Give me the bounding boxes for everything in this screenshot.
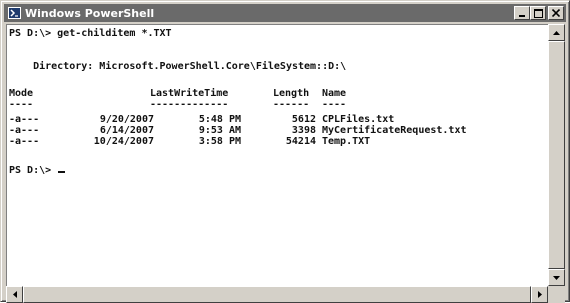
scroll-left-button[interactable] bbox=[6, 286, 23, 303]
scrollbar-corner bbox=[548, 286, 565, 303]
text-cursor bbox=[58, 171, 66, 173]
maximize-button[interactable] bbox=[530, 6, 546, 20]
row-length: 54214 bbox=[285, 136, 316, 147]
console-output[interactable]: PS D:\> get-childitem *.TXT Directory: M… bbox=[6, 24, 548, 286]
powershell-icon bbox=[7, 6, 21, 20]
vertical-scroll-thumb[interactable] bbox=[548, 41, 565, 269]
minimize-button[interactable] bbox=[514, 6, 530, 20]
underline-mode: ---- bbox=[9, 99, 34, 110]
window-title: Windows PowerShell bbox=[25, 6, 155, 20]
maximize-icon bbox=[533, 8, 543, 18]
arrow-left-icon bbox=[12, 291, 17, 298]
underline-length: ------ bbox=[273, 99, 310, 110]
prompt-text: PS D:\> bbox=[9, 165, 58, 176]
underline-last-write-time: ------------- bbox=[150, 99, 229, 110]
prompt-command-line: PS D:\> get-childitem *.TXT bbox=[9, 28, 172, 39]
minimize-icon bbox=[519, 15, 525, 17]
prompt-line[interactable]: PS D:\> bbox=[9, 164, 66, 177]
underline-name: ---- bbox=[322, 99, 347, 110]
scroll-right-button[interactable] bbox=[531, 286, 548, 303]
scroll-down-button[interactable] bbox=[548, 269, 565, 286]
horizontal-scroll-thumb[interactable] bbox=[23, 286, 531, 303]
title-bar[interactable]: Windows PowerShell bbox=[4, 4, 566, 22]
arrow-right-icon bbox=[537, 291, 542, 298]
directory-line: Directory: Microsoft.PowerShell.Core\Fil… bbox=[9, 61, 347, 72]
horizontal-scrollbar[interactable] bbox=[6, 286, 548, 303]
close-button[interactable] bbox=[548, 6, 564, 20]
scroll-up-button[interactable] bbox=[548, 24, 565, 41]
vertical-scrollbar[interactable] bbox=[548, 24, 565, 286]
close-icon bbox=[552, 9, 560, 17]
row-name: Temp.TXT bbox=[322, 136, 371, 147]
arrow-down-icon bbox=[553, 275, 560, 280]
arrow-up-icon bbox=[553, 30, 560, 35]
powershell-window: Windows PowerShell PS D:\> get-childitem… bbox=[0, 0, 570, 303]
